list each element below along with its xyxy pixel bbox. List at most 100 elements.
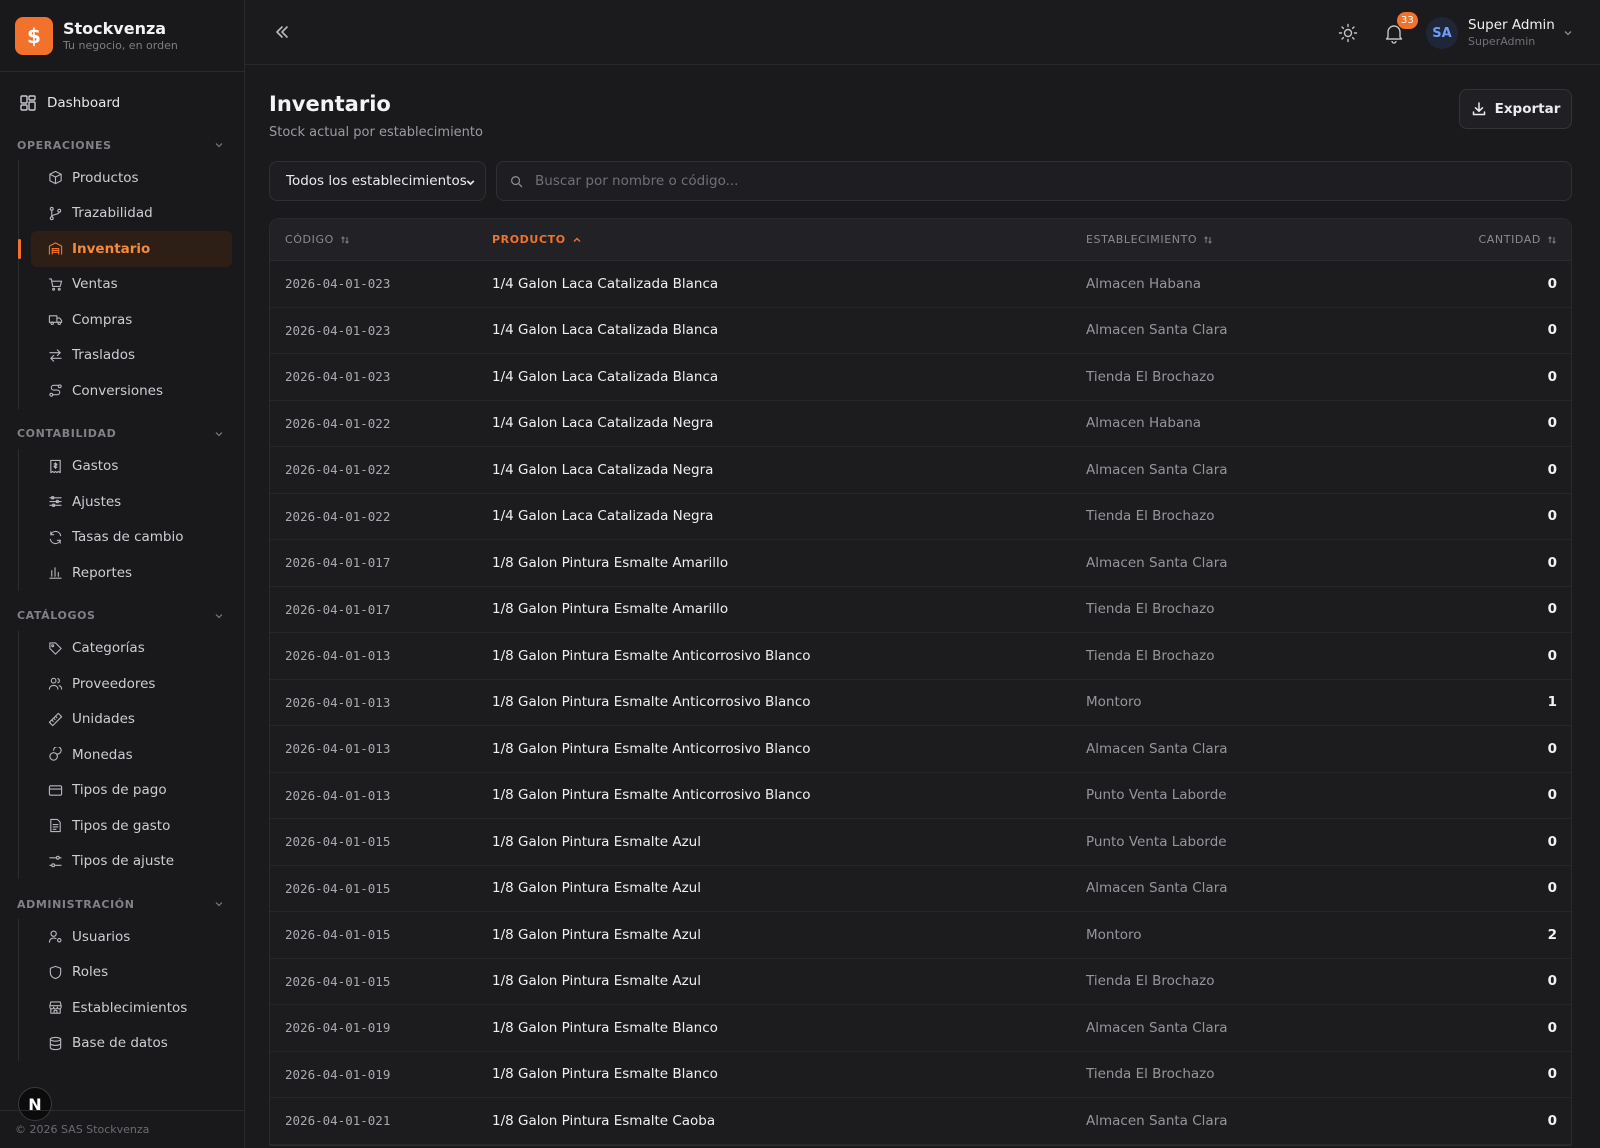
table-row[interactable]: 2026-04-01-013 1/8 Galon Pintura Esmalte … bbox=[270, 726, 1571, 773]
sidebar-item-base-de-datos[interactable]: Base de datos bbox=[31, 1026, 232, 1062]
cell-establishment: Almacen Santa Clara bbox=[1086, 322, 1228, 339]
table-row[interactable]: 2026-04-01-019 1/8 Galon Pintura Esmalte … bbox=[270, 1005, 1571, 1052]
table-row[interactable]: 2026-04-01-017 1/8 Galon Pintura Esmalte … bbox=[270, 540, 1571, 587]
tag-icon bbox=[49, 642, 62, 655]
sidebar-item-tipos-de-ajuste[interactable]: Tipos de ajuste bbox=[31, 844, 232, 880]
cell-establishment: Punto Venta Laborde bbox=[1086, 833, 1227, 850]
table-row[interactable]: 2026-04-01-022 1/4 Galon Laca Catalizada … bbox=[270, 494, 1571, 540]
sidebar-item-establecimientos[interactable]: Establecimientos bbox=[31, 990, 232, 1026]
sidebar-item-monedas[interactable]: Monedas bbox=[31, 737, 232, 773]
table-row[interactable]: 2026-04-01-015 1/8 Galon Pintura Esmalte … bbox=[270, 866, 1571, 912]
avatar[interactable]: SA bbox=[1426, 17, 1458, 49]
nav-section-header[interactable]: ADMINISTRACIÓN bbox=[0, 889, 244, 919]
sidebar-item-trazabilidad[interactable]: Trazabilidad bbox=[31, 196, 232, 232]
sidebar-item-roles[interactable]: Roles bbox=[31, 955, 232, 991]
column-header-label: CANTIDAD bbox=[1478, 233, 1541, 246]
column-header-quantity[interactable]: CANTIDAD bbox=[1436, 233, 1571, 246]
shield-icon bbox=[49, 965, 62, 979]
sidebar-item-tasas-de-cambio[interactable]: Tasas de cambio bbox=[31, 520, 232, 556]
cell-product: 1/8 Galon Pintura Esmalte Anticorrosivo … bbox=[492, 787, 811, 804]
sidebar-item-label: Tipos de gasto bbox=[72, 817, 171, 834]
sidebar-item-label: Reportes bbox=[72, 564, 133, 581]
table-row[interactable]: 2026-04-01-022 1/4 Galon Laca Catalizada … bbox=[270, 447, 1571, 494]
export-button[interactable]: Exportar bbox=[1459, 89, 1572, 129]
sidebar-item-label: Roles bbox=[72, 964, 109, 981]
sidebar-item-compras[interactable]: Compras bbox=[31, 302, 232, 338]
search-icon bbox=[511, 175, 523, 187]
sidebar-item-label: Ventas bbox=[72, 276, 118, 293]
cell-code: 2026-04-01-017 bbox=[285, 555, 391, 571]
route-icon bbox=[49, 384, 62, 397]
column-header-product[interactable]: PRODUCTO bbox=[492, 233, 1086, 246]
sidebar-item-usuarios[interactable]: Usuarios bbox=[31, 919, 232, 955]
sidebar-item-unidades[interactable]: Unidades bbox=[31, 702, 232, 738]
sidebar-item-tipos-de-pago[interactable]: Tipos de pago bbox=[31, 773, 232, 809]
sidebar-item-categorías[interactable]: Categorías bbox=[31, 631, 232, 667]
table-row[interactable]: 2026-04-01-013 1/8 Galon Pintura Esmalte … bbox=[270, 773, 1571, 819]
cell-establishment: Tienda El Brochazo bbox=[1086, 973, 1215, 990]
column-header-label: CÓDIGO bbox=[285, 233, 334, 246]
cell-product: 1/4 Galon Laca Catalizada Blanca bbox=[492, 275, 719, 292]
search-input[interactable]: Buscar por nombre o código... bbox=[496, 161, 1572, 201]
sidebar-item-ventas[interactable]: Ventas bbox=[31, 267, 232, 303]
sidebar-item-reportes[interactable]: Reportes bbox=[31, 555, 232, 591]
sidebar-item-inventario[interactable]: Inventario bbox=[18, 231, 232, 267]
table-row[interactable]: 2026-04-01-022 1/4 Galon Laca Catalizada … bbox=[270, 401, 1571, 447]
user-cog-icon bbox=[48, 930, 62, 943]
table-row[interactable]: 2026-04-01-019 1/8 Galon Pintura Esmalte … bbox=[270, 1052, 1571, 1098]
nav-section-title: CONTABILIDAD bbox=[17, 427, 117, 440]
sidebar-item-gastos[interactable]: Gastos bbox=[31, 449, 232, 485]
sidebar-item-proveedores[interactable]: Proveedores bbox=[31, 666, 232, 702]
sidebar-item-conversiones[interactable]: Conversiones bbox=[31, 373, 232, 409]
table-row[interactable]: 2026-04-01-015 1/8 Galon Pintura Esmalte … bbox=[270, 912, 1571, 959]
box-icon bbox=[49, 171, 62, 185]
cell-code: 2026-04-01-019 bbox=[285, 1066, 391, 1082]
table-row[interactable]: 2026-04-01-015 1/8 Galon Pintura Esmalte … bbox=[270, 819, 1571, 866]
table-row[interactable]: 2026-04-01-013 1/8 Galon Pintura Esmalte … bbox=[270, 680, 1571, 726]
sidebar-item-dashboard[interactable]: Dashboard bbox=[0, 86, 244, 120]
sidebar-item-label: Usuarios bbox=[72, 928, 131, 945]
nav-section-header[interactable]: CONTABILIDAD bbox=[0, 419, 244, 449]
sidebar-item-tipos-de-gasto[interactable]: Tipos de gasto bbox=[31, 808, 232, 844]
cell-code: 2026-04-01-015 bbox=[285, 834, 391, 850]
cell-establishment: Almacen Santa Clara bbox=[1086, 461, 1228, 478]
table-row[interactable]: 2026-04-01-017 1/8 Galon Pintura Esmalte … bbox=[270, 587, 1571, 633]
refresh-icon bbox=[49, 530, 62, 544]
collapse-sidebar-icon[interactable] bbox=[273, 23, 291, 41]
nav-section: CONTABILIDAD Gastos Ajustes Tasas de cambio… bbox=[0, 419, 244, 591]
cart-icon bbox=[48, 278, 63, 291]
cell-code: 2026-04-01-015 bbox=[285, 973, 391, 989]
dashboard-icon bbox=[20, 95, 36, 111]
cell-product: 1/8 Galon Pintura Esmalte Azul bbox=[492, 880, 701, 897]
cell-code: 2026-04-01-013 bbox=[285, 741, 391, 757]
establishment-select-value: Todos los establecimientos bbox=[286, 173, 467, 189]
sidebar-item-traslados[interactable]: Traslados bbox=[31, 338, 232, 374]
sidebar-item-productos[interactable]: Productos bbox=[31, 160, 232, 196]
cell-establishment: Almacen Santa Clara bbox=[1086, 554, 1228, 571]
sun-icon[interactable] bbox=[1338, 23, 1358, 43]
cell-establishment: Almacen Santa Clara bbox=[1086, 1019, 1228, 1036]
sidebar-item-ajustes[interactable]: Ajustes bbox=[31, 484, 232, 520]
sidebar-item-label: Dashboard bbox=[47, 95, 121, 111]
sidebar-footer: © 2026 SAS Stockvenza bbox=[0, 1110, 245, 1148]
table-row[interactable]: 2026-04-01-023 1/4 Galon Laca Catalizada … bbox=[270, 308, 1571, 354]
brand[interactable]: $ Stockvenza Tu negocio, en orden bbox=[0, 0, 244, 72]
cell-product: 1/8 Galon Pintura Esmalte Azul bbox=[492, 833, 701, 850]
cell-quantity: 0 bbox=[1547, 322, 1557, 339]
column-header-code[interactable]: CÓDIGO bbox=[270, 233, 492, 246]
column-header-establishment[interactable]: ESTABLECIMIENTO bbox=[1086, 233, 1436, 246]
user-name[interactable]: Super Admin bbox=[1468, 17, 1555, 33]
warehouse-icon bbox=[48, 242, 63, 255]
sidebar-nav: Dashboard OPERACIONES Productos Trazabilid… bbox=[0, 72, 244, 1061]
nav-section-header[interactable]: CATÁLOGOS bbox=[0, 601, 244, 631]
chevron-down-icon[interactable] bbox=[1563, 28, 1573, 38]
table-row[interactable]: 2026-04-01-023 1/4 Galon Laca Catalizada … bbox=[270, 354, 1571, 401]
table-row[interactable]: 2026-04-01-021 1/8 Galon Pintura Esmalte … bbox=[270, 1098, 1571, 1145]
establishment-select[interactable]: Todos los establecimientos bbox=[269, 161, 486, 201]
table-row[interactable]: 2026-04-01-013 1/8 Galon Pintura Esmalte … bbox=[270, 633, 1571, 680]
table-row[interactable]: 2026-04-01-023 1/4 Galon Laca Catalizada … bbox=[270, 261, 1571, 308]
sidebar-item-label: Base de datos bbox=[72, 1035, 168, 1052]
nav-section-header[interactable]: OPERACIONES bbox=[0, 130, 244, 160]
user-role: SuperAdmin bbox=[1468, 35, 1536, 48]
table-row[interactable]: 2026-04-01-015 1/8 Galon Pintura Esmalte … bbox=[270, 959, 1571, 1005]
